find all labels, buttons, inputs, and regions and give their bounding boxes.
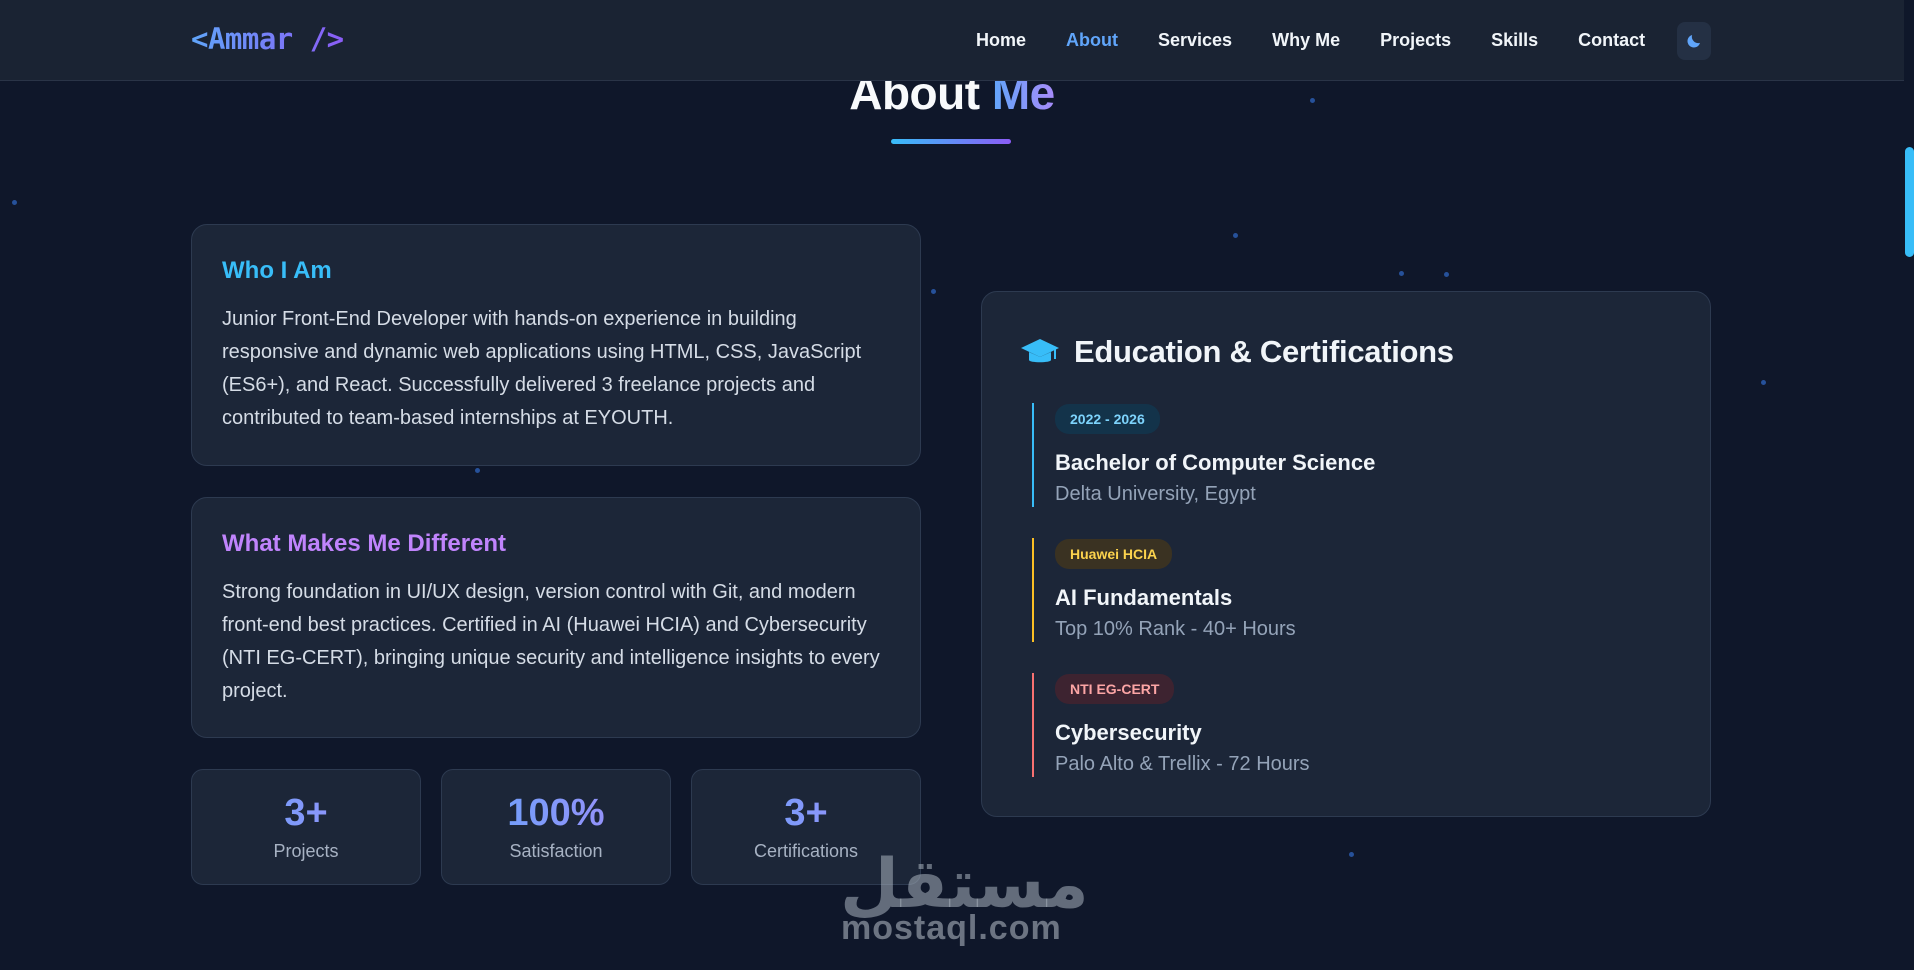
background-dot	[1444, 272, 1449, 277]
education-title: Bachelor of Computer Science	[1055, 450, 1376, 475]
stat-label: Satisfaction	[509, 841, 603, 861]
nav-link-contact[interactable]: Contact	[1578, 30, 1645, 51]
education-subtitle: Delta University, Egypt	[1055, 483, 1256, 505]
background-dot	[1761, 380, 1766, 385]
education-title: Cybersecurity	[1055, 720, 1202, 745]
nav-link-about[interactable]: About	[1066, 30, 1118, 51]
background-dot	[1399, 271, 1404, 276]
stat-value: 3+	[692, 792, 920, 835]
nav-link-why-me[interactable]: Why Me	[1272, 30, 1340, 51]
nav-links: Home About Services Why Me Projects Skil…	[976, 30, 1685, 51]
watermark-latin: mostaql.com	[841, 909, 1062, 947]
graduation-cap-icon	[1021, 339, 1059, 363]
stat-value: 100%	[442, 792, 670, 835]
who-i-am-card: Who I Am Junior Front-End Developer with…	[191, 224, 921, 466]
cert-badge: Huawei HCIA	[1055, 539, 1173, 569]
different-text: Strong foundation in UI/UX design, versi…	[222, 581, 880, 702]
education-heading: Education & Certifications	[1074, 334, 1454, 369]
education-item-degree: 2022 - 2026 Bachelor of Computer Science…	[1032, 403, 1632, 507]
different-heading: What Makes Me Different	[222, 530, 507, 557]
stat-label: Projects	[273, 841, 339, 861]
education-subtitle: Top 10% Rank - 40+ Hours	[1055, 618, 1296, 640]
who-i-am-heading: Who I Am	[222, 257, 332, 284]
education-subtitle: Palo Alto & Trellix - 72 Hours	[1055, 753, 1310, 775]
different-card: What Makes Me Different Strong foundatio…	[191, 497, 921, 738]
who-i-am-text: Junior Front-End Developer with hands-on…	[222, 308, 862, 429]
date-badge: 2022 - 2026	[1055, 404, 1160, 434]
top-navbar: <Ammar /> Home About Services Why Me Pro…	[0, 0, 1904, 81]
stat-value: 3+	[192, 792, 420, 835]
nav-link-services[interactable]: Services	[1158, 30, 1232, 51]
moon-icon	[1687, 35, 1700, 48]
scrollbar-thumb[interactable]	[1905, 147, 1914, 257]
theme-toggle-button[interactable]	[1677, 22, 1711, 60]
education-item-cybersecurity: NTI EG-CERT Cybersecurity Palo Alto & Tr…	[1032, 673, 1632, 777]
education-item-ai: Huawei HCIA AI Fundamentals Top 10% Rank…	[1032, 538, 1632, 642]
background-dot	[931, 289, 936, 294]
stat-card-projects: 3+ Projects	[191, 769, 421, 885]
education-header: Education & Certifications	[1020, 334, 1454, 370]
stat-card-satisfaction: 100% Satisfaction	[441, 769, 671, 885]
education-title: AI Fundamentals	[1055, 585, 1233, 610]
site-logo[interactable]: <Ammar />	[191, 22, 344, 56]
nav-link-skills[interactable]: Skills	[1491, 30, 1538, 51]
background-dot	[1233, 233, 1238, 238]
nav-link-home[interactable]: Home	[976, 30, 1026, 51]
title-underline	[891, 139, 1011, 144]
cert-badge: NTI EG-CERT	[1055, 674, 1175, 704]
background-dot	[12, 200, 17, 205]
background-dot	[475, 468, 480, 473]
background-dot	[1349, 852, 1354, 857]
education-card: Education & Certifications 2022 - 2026 B…	[981, 291, 1711, 817]
nav-link-projects[interactable]: Projects	[1380, 30, 1451, 51]
